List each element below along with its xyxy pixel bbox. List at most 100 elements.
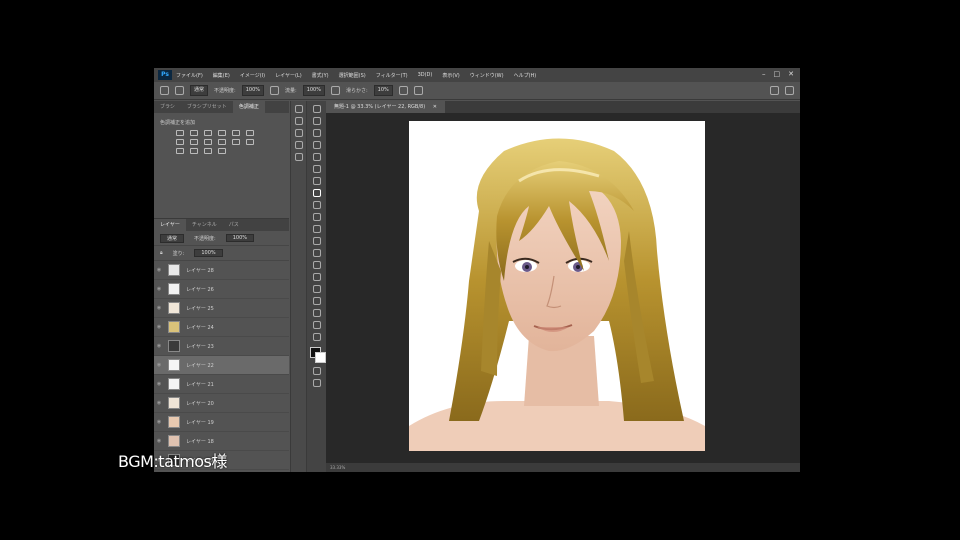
levels-icon[interactable] — [190, 130, 198, 136]
menu-edit[interactable]: 編集(E) — [213, 72, 230, 79]
canvas-area[interactable] — [326, 113, 800, 463]
smoothing-field[interactable]: 10% — [373, 85, 393, 96]
zoom-tool-icon[interactable] — [313, 333, 321, 341]
layer-opacity-field[interactable]: 100% — [225, 234, 254, 242]
menu-help[interactable]: ヘルプ(H) — [514, 72, 537, 79]
stamp-tool-icon[interactable] — [313, 201, 321, 209]
tab-paths[interactable]: パス — [223, 219, 245, 231]
dodge-tool-icon[interactable] — [313, 261, 321, 269]
menu-3d[interactable]: 3D(D) — [418, 72, 433, 78]
vibrance-icon[interactable] — [232, 130, 240, 136]
tab-channels[interactable]: チャンネル — [186, 219, 223, 231]
type-tool-icon[interactable] — [313, 285, 321, 293]
tab-adjustments[interactable]: 色調補正 — [232, 101, 265, 113]
marquee-tool-icon[interactable] — [313, 117, 321, 125]
character-icon[interactable] — [295, 141, 303, 149]
path-select-tool-icon[interactable] — [313, 297, 321, 305]
visibility-eye-icon[interactable]: ◉ — [154, 305, 164, 311]
brush-tool-icon[interactable] — [160, 86, 169, 95]
close-icon[interactable]: ✕ — [788, 70, 794, 78]
visibility-eye-icon[interactable]: ◉ — [154, 381, 164, 387]
history-brush-tool-icon[interactable] — [313, 213, 321, 221]
quick-select-tool-icon[interactable] — [313, 141, 321, 149]
layer-row[interactable]: ◉ レイヤー 22 — [154, 356, 289, 375]
lookup-icon[interactable] — [232, 139, 240, 145]
visibility-eye-icon[interactable]: ◉ — [154, 400, 164, 406]
airbrush-icon[interactable] — [330, 86, 340, 95]
visibility-eye-icon[interactable]: ◉ — [154, 419, 164, 425]
gradient-tool-icon[interactable] — [313, 237, 321, 245]
visibility-eye-icon[interactable]: ◉ — [154, 324, 164, 330]
hue-icon[interactable] — [246, 130, 254, 136]
flow-field[interactable]: 100% — [302, 85, 325, 96]
visibility-eye-icon[interactable]: ◉ — [154, 267, 164, 273]
posterize-icon[interactable] — [176, 148, 184, 154]
curves-icon[interactable] — [204, 130, 212, 136]
screen-mode-icon[interactable] — [313, 379, 321, 387]
layer-row[interactable]: ◉ レイヤー 23 — [154, 337, 289, 356]
settings-gear-icon[interactable] — [398, 86, 408, 95]
menu-window[interactable]: ウィンドウ(W) — [470, 72, 504, 79]
close-document-icon[interactable]: ✕ — [433, 104, 437, 110]
history-icon[interactable] — [295, 105, 303, 113]
layer-row[interactable]: ◉ レイヤー 19 — [154, 413, 289, 432]
clone-source-icon[interactable] — [295, 129, 303, 137]
eyedropper-tool-icon[interactable] — [313, 165, 321, 173]
brush-preset-icon[interactable] — [175, 86, 184, 95]
quick-mask-icon[interactable] — [313, 367, 321, 375]
visibility-eye-icon[interactable]: ◉ — [154, 362, 164, 368]
color-swatches[interactable] — [310, 347, 326, 363]
pen-tool-icon[interactable] — [313, 273, 321, 281]
exposure-icon[interactable] — [218, 130, 226, 136]
bw-icon[interactable] — [190, 139, 198, 145]
pressure-opacity-icon[interactable] — [270, 86, 279, 95]
menu-select[interactable]: 選択範囲(S) — [339, 72, 366, 79]
threshold-icon[interactable] — [190, 148, 198, 154]
brightness-icon[interactable] — [176, 130, 184, 136]
menu-image[interactable]: イメージ(I) — [240, 72, 265, 79]
search-icon[interactable] — [770, 86, 779, 95]
background-color-swatch[interactable] — [315, 352, 326, 363]
menu-view[interactable]: 表示(V) — [442, 72, 459, 79]
lock-icon[interactable]: 🔒︎ — [160, 250, 163, 256]
shape-tool-icon[interactable] — [313, 309, 321, 317]
layer-row[interactable]: ◉ レイヤー 28 — [154, 261, 289, 280]
opacity-field[interactable]: 100% — [241, 85, 264, 96]
paragraph-icon[interactable] — [295, 153, 303, 161]
blur-tool-icon[interactable] — [313, 249, 321, 257]
crop-tool-icon[interactable] — [313, 153, 321, 161]
blend-mode-select[interactable]: 通常 — [160, 233, 185, 243]
channel-mixer-icon[interactable] — [218, 139, 226, 145]
menu-file[interactable]: ファイル(F) — [176, 72, 203, 79]
layer-row[interactable]: ◉ レイヤー 24 — [154, 318, 289, 337]
visibility-eye-icon[interactable]: ◉ — [154, 286, 164, 292]
tab-brush[interactable]: ブラシ — [154, 101, 181, 113]
layer-row[interactable]: ◉ レイヤー 20 — [154, 394, 289, 413]
hand-tool-icon[interactable] — [313, 321, 321, 329]
maximize-icon[interactable]: □ — [774, 70, 781, 78]
layer-row[interactable]: ◉ レイヤー 26 — [154, 280, 289, 299]
document-tab[interactable]: 無題-1 @ 33.3% (レイヤー 22, RGB/8) ✕ — [326, 101, 445, 113]
move-tool-icon[interactable] — [313, 105, 321, 113]
pressure-size-icon[interactable] — [413, 86, 423, 95]
brush-panel-icon[interactable] — [295, 117, 303, 125]
lasso-tool-icon[interactable] — [313, 129, 321, 137]
tab-layers[interactable]: レイヤー — [154, 219, 186, 231]
brush-tool-icon[interactable] — [313, 189, 321, 197]
invert-icon[interactable] — [246, 139, 254, 145]
visibility-eye-icon[interactable]: ◉ — [154, 438, 164, 444]
menu-type[interactable]: 書式(Y) — [312, 72, 329, 79]
artwork-canvas[interactable] — [409, 121, 705, 451]
healing-tool-icon[interactable] — [313, 177, 321, 185]
fill-field[interactable]: 100% — [194, 249, 223, 257]
layer-row[interactable]: ◉ レイヤー 21 — [154, 375, 289, 394]
menu-filter[interactable]: フィルター(T) — [376, 72, 408, 79]
tab-brush-presets[interactable]: ブラシプリセット — [181, 101, 233, 113]
mode-select[interactable]: 通常 — [190, 85, 209, 96]
eraser-tool-icon[interactable] — [313, 225, 321, 233]
minimize-icon[interactable]: – — [762, 70, 766, 78]
menu-layer[interactable]: レイヤー(L) — [275, 72, 302, 79]
workspace-icon[interactable] — [785, 86, 794, 95]
gradient-map-icon[interactable] — [204, 148, 212, 154]
layer-row[interactable]: ◉ レイヤー 25 — [154, 299, 289, 318]
